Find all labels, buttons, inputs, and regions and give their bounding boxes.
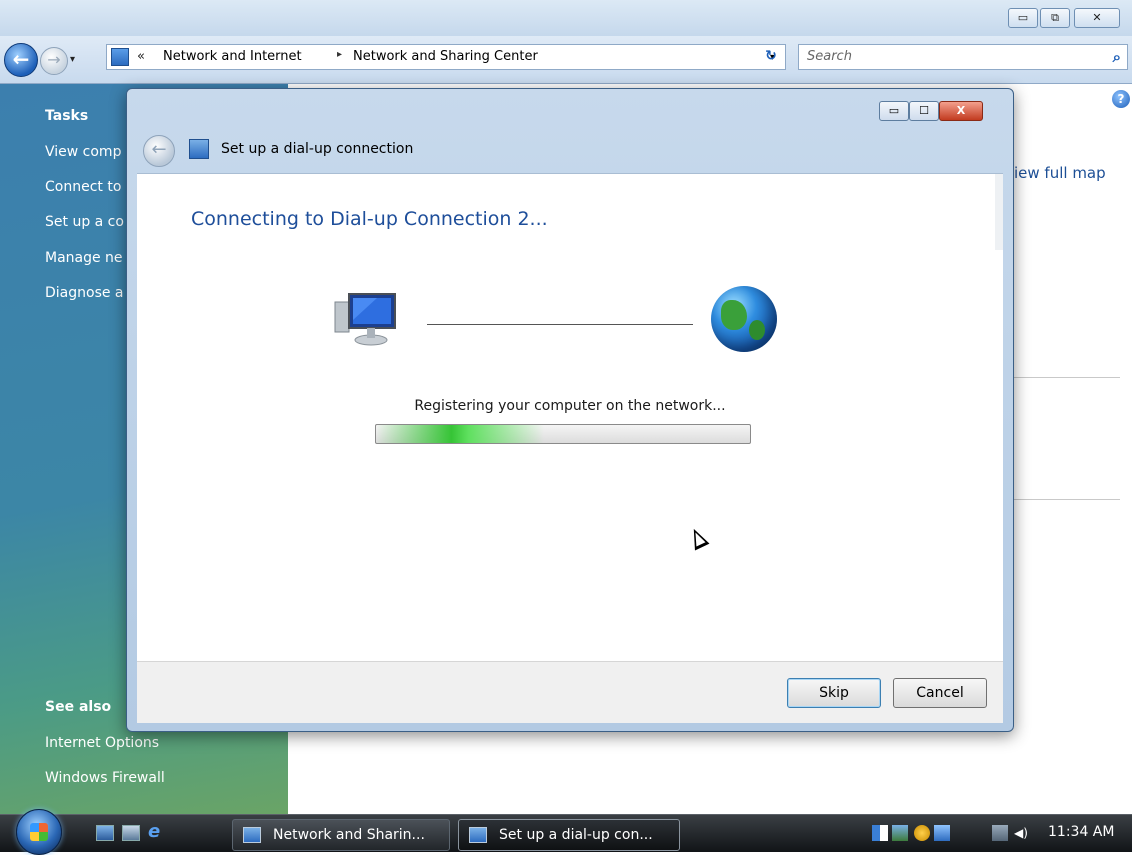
refresh-button[interactable]: ↻	[758, 44, 784, 70]
start-button[interactable]	[16, 809, 62, 855]
connection-line	[427, 324, 693, 325]
window-titlebar: ▭ ⧉ ✕	[0, 0, 1132, 36]
dialog-title: Set up a dial-up connection	[221, 141, 414, 157]
progress-fill	[376, 425, 545, 443]
task-view-computers[interactable]: View comp	[45, 144, 121, 160]
switch-windows-icon[interactable]	[122, 825, 140, 841]
network-icon	[111, 48, 129, 66]
computer-icon	[334, 293, 396, 346]
clock[interactable]: 11:34 AM	[1048, 824, 1114, 840]
task-set-up-connection[interactable]: Set up a co	[45, 214, 124, 230]
back-button[interactable]: ←	[4, 43, 38, 77]
breadcrumb-separator-icon[interactable]: ▸	[337, 49, 342, 60]
search-icon[interactable]: ⌕	[1113, 48, 1121, 66]
cancel-button[interactable]: Cancel	[893, 678, 987, 708]
status-text: Registering your computer on the network…	[414, 398, 726, 414]
window-close-button[interactable]: ✕	[1074, 8, 1120, 28]
dial-up-dialog: ▭ ☐ X ← Set up a dial-up connection Conn…	[126, 88, 1014, 732]
recent-pages-dropdown-icon[interactable]: ▾	[70, 54, 75, 65]
task-diagnose-and-repair[interactable]: Diagnose a	[45, 285, 124, 301]
windows-logo-icon	[30, 823, 48, 841]
dialog-maximize-button[interactable]: ☐	[909, 101, 939, 121]
windows-defender-icon[interactable]	[934, 825, 950, 841]
dialog-footer: Skip Cancel	[137, 661, 1003, 723]
see-also-heading: See also	[45, 699, 112, 715]
search-placeholder: Search	[807, 49, 852, 64]
taskbar-dial-up-label: Set up a dial-up con...	[499, 827, 653, 843]
dialog-close-button[interactable]: X	[939, 101, 983, 121]
divider	[1014, 499, 1120, 500]
network-icon	[243, 827, 261, 843]
tasks-heading: Tasks	[45, 108, 89, 124]
see-also-internet-options[interactable]: Internet Options	[45, 735, 159, 751]
breadcrumb-network-and-internet[interactable]: Network and Internet	[163, 49, 302, 64]
dialog-content: Connecting to Dial-up Connection 2... Re…	[137, 173, 1003, 661]
divider	[1014, 377, 1120, 378]
globe-icon	[711, 286, 777, 352]
see-also-windows-firewall[interactable]: Windows Firewall	[45, 770, 165, 786]
view-full-map-link[interactable]: iew full map	[1014, 164, 1106, 182]
window-minimize-button[interactable]: ▭	[1008, 8, 1038, 28]
internet-explorer-icon[interactable]: e	[148, 823, 166, 841]
connecting-heading: Connecting to Dial-up Connection 2...	[191, 208, 548, 230]
taskbar-dial-up[interactable]: Set up a dial-up con...	[458, 819, 680, 851]
taskbar-network-and-sharing[interactable]: Network and Sharin...	[232, 819, 450, 851]
task-connect-to-network[interactable]: Connect to	[45, 179, 121, 195]
forward-button[interactable]: →	[40, 47, 68, 75]
breadcrumb-overflow-icon[interactable]: «	[137, 49, 145, 64]
help-icon[interactable]: ?	[1112, 90, 1130, 108]
volume-icon[interactable]: ◀)	[1014, 825, 1030, 841]
network-status-icon[interactable]	[892, 825, 908, 841]
security-alert-icon[interactable]	[914, 825, 930, 841]
taskbar: e Network and Sharin... Set up a dial-up…	[0, 809, 1132, 855]
taskbar-network-label: Network and Sharin...	[273, 827, 425, 843]
language-icon[interactable]	[872, 825, 888, 841]
task-manage-networks[interactable]: Manage ne	[45, 250, 123, 266]
network-disconnected-icon[interactable]	[992, 825, 1008, 841]
window-restore-button[interactable]: ⧉	[1040, 8, 1070, 28]
dial-up-connection-icon	[189, 139, 209, 159]
scrollbar[interactable]	[995, 174, 1003, 250]
dial-up-icon	[469, 827, 487, 843]
address-box[interactable]: « Network and Internet ▸ Network and Sha…	[106, 44, 786, 70]
show-desktop-icon[interactable]	[96, 825, 114, 841]
search-input[interactable]: Search ⌕	[798, 44, 1128, 70]
progress-bar	[375, 424, 751, 444]
skip-button[interactable]: Skip	[787, 678, 881, 708]
dialog-minimize-button[interactable]: ▭	[879, 101, 909, 121]
dialog-back-button[interactable]: ←	[143, 135, 175, 167]
breadcrumb-network-and-sharing-center[interactable]: Network and Sharing Center	[353, 49, 538, 64]
